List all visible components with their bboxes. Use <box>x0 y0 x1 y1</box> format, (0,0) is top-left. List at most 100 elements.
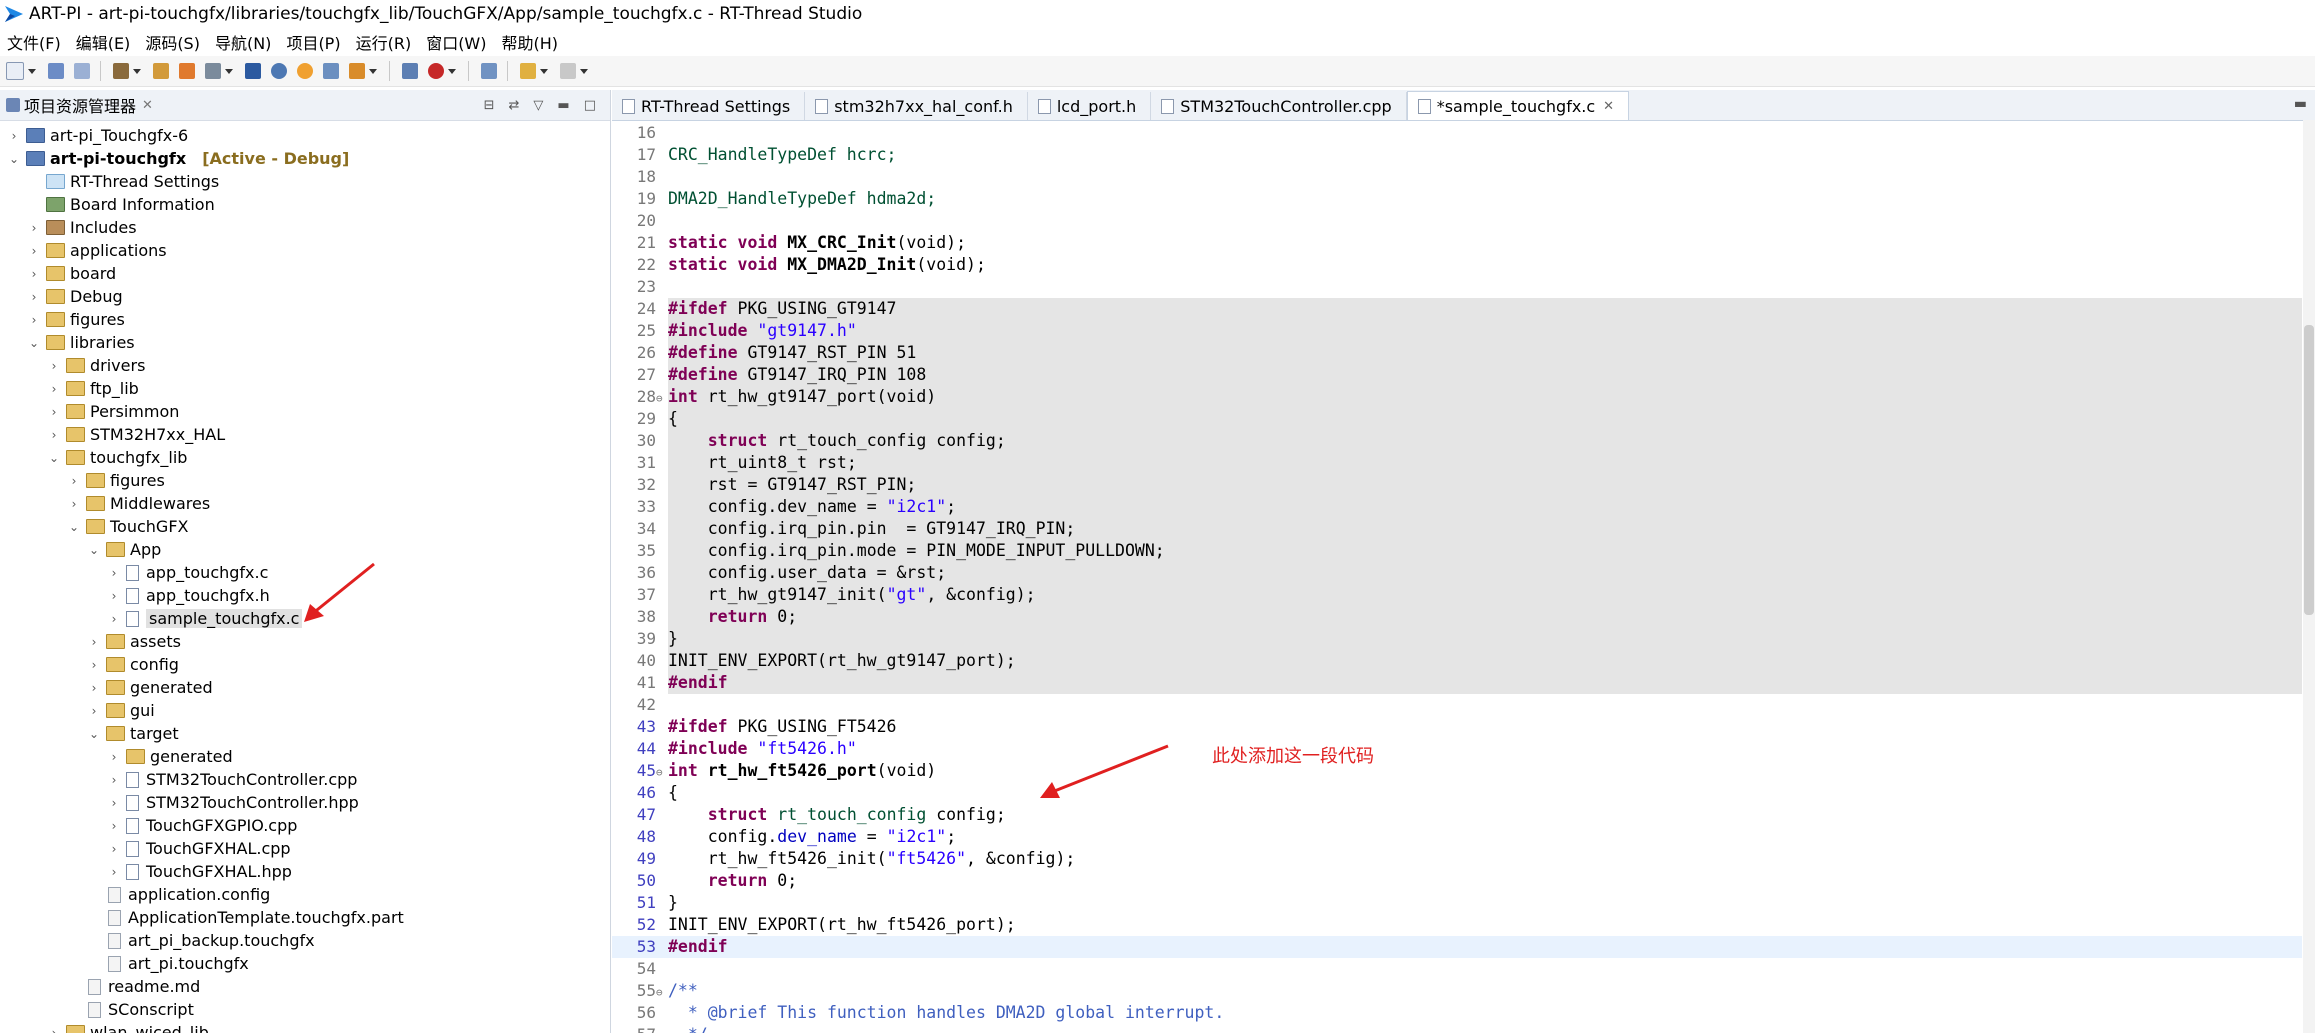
tree-item[interactable]: › app_touchgfx.h <box>108 584 270 607</box>
fold-toggle-icon[interactable]: ⊖ <box>656 982 668 1004</box>
tree-item[interactable]: RT-Thread Settings <box>46 170 219 193</box>
debug-dropdown-icon[interactable] <box>448 68 456 74</box>
open-folder-icon[interactable] <box>323 63 339 79</box>
collapse-arrow-icon[interactable]: ⌄ <box>28 336 40 350</box>
view-menu-icon[interactable]: ▽ <box>533 98 543 113</box>
tree-item[interactable]: ApplicationTemplate.touchgfx.part <box>108 906 404 929</box>
expand-arrow-icon[interactable]: › <box>108 773 120 787</box>
tree-item[interactable]: ⌄ App <box>88 538 161 561</box>
expand-arrow-icon[interactable]: › <box>88 635 100 649</box>
tree-item[interactable]: › figures <box>28 308 125 331</box>
expand-arrow-icon[interactable]: › <box>28 267 40 281</box>
expand-arrow-icon[interactable]: › <box>108 750 120 764</box>
fold-toggle-icon[interactable]: ⊖ <box>656 388 668 410</box>
expand-arrow-icon[interactable]: › <box>108 589 120 603</box>
terminal-icon[interactable] <box>245 63 261 79</box>
menu-navigate[interactable]: 导航(N) <box>208 30 279 54</box>
tools-icon[interactable] <box>205 63 221 79</box>
download-dropdown-icon[interactable] <box>369 68 377 74</box>
expand-arrow-icon[interactable]: › <box>28 313 40 327</box>
project-explorer-title[interactable]: 项目资源管理器 <box>24 93 136 117</box>
tree-item[interactable]: › Includes <box>28 216 137 239</box>
tree-item[interactable]: ⌄ touchgfx_lib <box>48 446 187 469</box>
expand-arrow-icon[interactable]: › <box>48 428 60 442</box>
tab-sample-touchgfx[interactable]: *sample_touchgfx.c ✕ <box>1406 91 1630 120</box>
debug-icon[interactable] <box>428 63 444 79</box>
expand-arrow-icon[interactable]: › <box>68 497 80 511</box>
expand-arrow-icon[interactable]: › <box>8 129 20 143</box>
menu-run[interactable]: 运行(R) <box>349 30 420 54</box>
tree-item[interactable]: › Debug <box>28 285 123 308</box>
tree-item[interactable]: › STM32TouchController.cpp <box>108 768 358 791</box>
back-dropdown-icon[interactable] <box>540 68 548 74</box>
tree-item[interactable]: › TouchGFXHAL.cpp <box>108 837 291 860</box>
expand-arrow-icon[interactable]: › <box>108 612 120 626</box>
expand-arrow-icon[interactable]: › <box>108 819 120 833</box>
collapse-arrow-icon[interactable]: ⌄ <box>48 451 60 465</box>
editor-minimize-icon[interactable]: ▬ <box>2294 96 2307 112</box>
scrollbar-thumb[interactable] <box>2304 325 2314 615</box>
tree-item[interactable]: › board <box>28 262 117 285</box>
save-icon[interactable] <box>48 63 64 79</box>
collapse-arrow-icon[interactable]: ⌄ <box>88 727 100 741</box>
close-tab-icon[interactable]: ✕ <box>1603 99 1614 114</box>
collapse-all-icon[interactable]: ⊟ <box>484 98 495 113</box>
tree-item[interactable]: › figures <box>68 469 165 492</box>
expand-arrow-icon[interactable]: › <box>108 842 120 856</box>
settings-gear-icon[interactable] <box>271 63 287 79</box>
menu-window[interactable]: 窗口(W) <box>419 30 494 54</box>
close-icon[interactable]: ✕ <box>142 98 153 113</box>
link-icon[interactable] <box>402 63 418 79</box>
tab-stm32h7xx-hal-conf[interactable]: stm32h7xx_hal_conf.h <box>805 92 1028 120</box>
tree-item[interactable]: › assets <box>88 630 181 653</box>
expand-arrow-icon[interactable]: › <box>68 474 80 488</box>
expand-arrow-icon[interactable]: › <box>28 290 40 304</box>
menu-edit[interactable]: 编辑(E) <box>69 30 139 54</box>
expand-arrow-icon[interactable]: › <box>48 359 60 373</box>
tools-dropdown-icon[interactable] <box>225 68 233 74</box>
tree-item[interactable]: application.config <box>108 883 270 906</box>
sdk-manager-icon[interactable] <box>297 63 313 79</box>
tree-item[interactable]: ⌄ libraries <box>28 331 135 354</box>
expand-arrow-icon[interactable]: › <box>88 704 100 718</box>
tree-item[interactable]: ⌄ TouchGFX <box>68 515 189 538</box>
expand-arrow-icon[interactable]: › <box>28 244 40 258</box>
vertical-scrollbar[interactable] <box>2303 120 2315 1033</box>
tree-item[interactable]: ⌄ art-pi-touchgfx [Active - Debug] <box>8 147 349 170</box>
new-icon[interactable] <box>6 62 24 80</box>
expand-arrow-icon[interactable]: › <box>108 796 120 810</box>
tree-item[interactable]: › Middlewares <box>68 492 211 515</box>
tab-stm32touchcontroller[interactable]: STM32TouchController.cpp <box>1151 92 1407 120</box>
tree-item[interactable]: › TouchGFXGPIO.cpp <box>108 814 298 837</box>
tree-item[interactable]: Board Information <box>46 193 215 216</box>
tree-item[interactable]: › app_touchgfx.c <box>108 561 269 584</box>
tree-item[interactable]: › wlan_wiced_lib <box>48 1021 209 1033</box>
maximize-icon[interactable]: □ <box>584 98 596 113</box>
tree-item[interactable]: ⌄ target <box>88 722 179 745</box>
forward-dropdown-icon[interactable] <box>580 68 588 74</box>
tree-item[interactable]: › ftp_lib <box>48 377 139 400</box>
tree-item[interactable]: readme.md <box>88 975 200 998</box>
tree-item[interactable]: › applications <box>28 239 167 262</box>
minimize-icon[interactable]: ▬ <box>557 98 569 113</box>
tree-item[interactable]: › generated <box>88 676 213 699</box>
back-arrow-icon[interactable] <box>520 63 536 79</box>
tree-item[interactable]: › gui <box>88 699 155 722</box>
collapse-arrow-icon[interactable]: ⌄ <box>68 520 80 534</box>
clean-icon[interactable] <box>179 63 195 79</box>
expand-arrow-icon[interactable]: › <box>28 221 40 235</box>
forward-arrow-icon[interactable] <box>560 63 576 79</box>
tree-item[interactable]: art_pi_backup.touchgfx <box>108 929 315 952</box>
expand-arrow-icon[interactable]: › <box>88 681 100 695</box>
build-dropdown-icon[interactable] <box>133 68 141 74</box>
tree-item-selected[interactable]: › sample_touchgfx.c <box>108 607 303 630</box>
fold-toggle-icon[interactable]: ⊖ <box>656 762 668 784</box>
tree-item[interactable]: › Persimmon <box>48 400 180 423</box>
expand-arrow-icon[interactable]: › <box>88 658 100 672</box>
code-area[interactable]: 16 17 CRC_HandleTypeDef hcrc; 18 19 DMA2… <box>612 122 2302 1033</box>
tree-item[interactable]: › art-pi_Touchgfx-6 <box>8 124 189 147</box>
tree-item[interactable]: › drivers <box>48 354 146 377</box>
menu-project[interactable]: 项目(P) <box>279 30 348 54</box>
link-with-editor-icon[interactable]: ⇄ <box>509 98 520 113</box>
expand-arrow-icon[interactable]: › <box>48 382 60 396</box>
